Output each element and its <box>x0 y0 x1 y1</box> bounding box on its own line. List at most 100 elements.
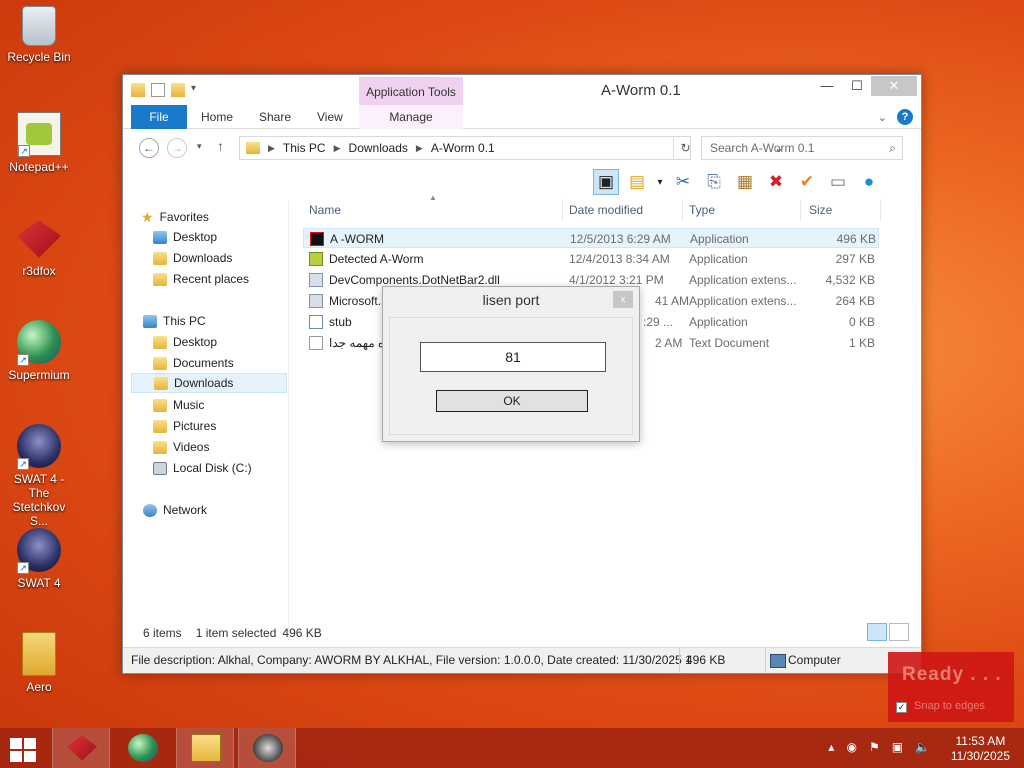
swat4-icon: ↗ <box>17 528 61 574</box>
status-bar: 6 items 1 item selected 496 KB <box>131 623 911 643</box>
nav-fav-recent-places[interactable]: Recent places <box>153 269 309 289</box>
nav-this-pc[interactable]: This PC <box>143 311 299 331</box>
breadcrumb-a-worm[interactable]: A-Worm 0.1 <box>431 141 495 155</box>
desktop-icon-recycle-bin[interactable]: Recycle Bin <box>2 6 76 64</box>
tab-file[interactable]: File <box>131 105 187 129</box>
expand-ribbon-icon[interactable]: ⌄ <box>878 111 887 124</box>
ready-text: Ready . . . <box>902 664 1002 685</box>
table-row[interactable]: A -WORM 12/5/2013 6:29 AM Application 49… <box>303 228 879 248</box>
copy-icon[interactable]: ⎘ <box>701 169 727 195</box>
desktop-icon-swat4[interactable]: ↗ SWAT 4 <box>2 528 76 590</box>
breadcrumb-downloads[interactable]: Downloads <box>349 141 408 155</box>
app-icon <box>309 315 323 329</box>
pictures-folder-icon <box>153 419 167 433</box>
nav-pc-music[interactable]: Music <box>153 395 309 415</box>
item-count: 6 items <box>143 626 182 640</box>
address-bar[interactable]: ▶ This PC ▶ Downloads ▶ A-Worm 0.1 ⌄ <box>239 136 784 160</box>
forward-button[interactable]: → <box>167 138 187 158</box>
start-button[interactable] <box>8 736 38 762</box>
taskbar-network-tool[interactable] <box>238 728 296 768</box>
desktop-icon-notepad-plus-plus[interactable]: ↗ Notepad++ <box>2 112 76 174</box>
details-size: 496 KB <box>679 648 725 672</box>
nav-pc-pictures[interactable]: Pictures <box>153 416 309 436</box>
nav-favorites[interactable]: ★ Favorites <box>141 207 297 227</box>
network-status-icon[interactable]: ▣ <box>892 740 903 754</box>
tray-app-icon[interactable]: ◉ <box>846 740 856 754</box>
file-explorer-taskbar-icon <box>191 734 221 762</box>
nav-pc-desktop[interactable]: Desktop <box>153 332 309 352</box>
up-button[interactable]: ↑ <box>217 138 224 154</box>
action-center-flag-icon[interactable]: ⚑ <box>869 740 880 754</box>
paste-icon[interactable]: ▦ <box>732 169 758 195</box>
nav-fav-downloads[interactable]: Downloads <box>153 248 309 268</box>
column-header-size[interactable]: Size <box>803 199 881 221</box>
tab-manage[interactable]: Manage <box>359 105 463 129</box>
help-icon[interactable]: ? <box>897 109 913 125</box>
cut-icon[interactable]: ✂ <box>670 169 696 195</box>
nav-network[interactable]: Network <box>143 500 299 520</box>
computer-icon <box>143 314 157 328</box>
music-folder-icon <box>153 398 167 412</box>
tab-home[interactable]: Home <box>201 105 233 129</box>
title-bar[interactable]: ▾ Application Tools A-Worm 0.1 — ☐ ✕ <box>123 75 921 105</box>
nav-label: Downloads <box>174 376 234 390</box>
ok-button[interactable]: OK <box>436 390 588 412</box>
nav-label: Network <box>163 503 208 517</box>
search-input[interactable]: Search A-Worm 0.1 ⌕ <box>701 136 903 160</box>
nav-pc-videos[interactable]: Videos <box>153 437 309 457</box>
tab-share[interactable]: Share <box>259 105 291 129</box>
chevron-down-icon[interactable]: ▾ <box>191 83 201 97</box>
show-hidden-icons-icon[interactable]: ▴ <box>828 740 834 754</box>
network-tool-taskbar-icon <box>253 734 283 762</box>
nav-pc-downloads[interactable]: Downloads <box>131 373 287 393</box>
breadcrumb-chevron-icon: ▶ <box>268 142 275 153</box>
preview-pane-icon[interactable]: ▣ <box>593 169 619 195</box>
column-header-name[interactable]: Name <box>303 199 563 221</box>
breadcrumb-this-pc[interactable]: This PC <box>283 141 326 155</box>
column-header-type[interactable]: Type <box>683 199 801 221</box>
supermium-taskbar-icon <box>128 734 158 762</box>
folder-icon[interactable] <box>131 83 145 97</box>
refresh-button[interactable]: ↻ <box>673 137 697 159</box>
desktop-icon-swat4-expansion[interactable]: ↗ SWAT 4 - The Stetchkov S... <box>2 424 76 528</box>
file-name-cell: A -WORM <box>310 229 560 249</box>
dialog-close-button[interactable]: x <box>613 291 633 308</box>
large-icons-view-icon[interactable] <box>889 623 909 641</box>
taskbar-file-explorer[interactable] <box>176 728 234 768</box>
new-folder-icon[interactable] <box>171 83 185 97</box>
nav-pc-documents[interactable]: Documents <box>153 353 309 373</box>
nav-fav-desktop[interactable]: Desktop <box>153 227 309 247</box>
maximize-button[interactable]: ☐ <box>843 76 871 96</box>
snap-checkbox[interactable]: ✓ <box>896 702 907 713</box>
details-view-icon[interactable] <box>867 623 887 641</box>
chat-bubble-icon[interactable]: ● <box>856 169 882 195</box>
move-to-icon[interactable]: ▤ <box>624 169 650 195</box>
tab-view[interactable]: View <box>317 105 343 129</box>
context-tab-application-tools: Application Tools <box>359 77 463 105</box>
column-header-date[interactable]: Date modified <box>563 199 683 221</box>
desktop-icon-aero[interactable]: Aero <box>2 632 76 694</box>
desktop-icon-r3dfox[interactable]: r3dfox <box>2 216 76 278</box>
recycle-bin-icon <box>22 6 56 46</box>
properties-icon[interactable] <box>151 83 165 97</box>
nav-pc-local-disk[interactable]: Local Disk (C:) <box>153 458 309 478</box>
taskbar-r3dfox[interactable] <box>52 728 110 768</box>
port-input[interactable]: 81 <box>420 342 606 372</box>
delete-icon[interactable]: ✖ <box>763 169 789 195</box>
folder-icon <box>22 632 56 676</box>
table-row[interactable]: Detected A-Worm 12/4/2013 8:34 AM Applic… <box>303 249 879 269</box>
desktop-icon-supermium[interactable]: ↗ Supermium <box>2 320 76 382</box>
volume-muted-icon[interactable]: 🔈 <box>915 740 930 754</box>
desktop-icon-label: r3dfox <box>22 264 56 278</box>
chevron-down-icon[interactable]: ▾ <box>655 169 665 195</box>
minimize-button[interactable]: — <box>813 76 841 96</box>
back-button[interactable]: ← <box>139 138 159 158</box>
checkmark-icon[interactable]: ✔ <box>794 169 820 195</box>
rename-icon[interactable]: ▭ <box>825 169 851 195</box>
recent-locations-icon[interactable]: ▾ <box>197 141 202 152</box>
ready-overlay: Ready . . . ✓ Snap to edges <box>888 652 1014 722</box>
taskbar-clock[interactable]: 11:53 AM 11/30/2025 <box>951 734 1010 764</box>
close-button[interactable]: ✕ <box>871 76 917 96</box>
file-type: Application <box>689 315 748 329</box>
taskbar-supermium[interactable] <box>114 728 172 768</box>
